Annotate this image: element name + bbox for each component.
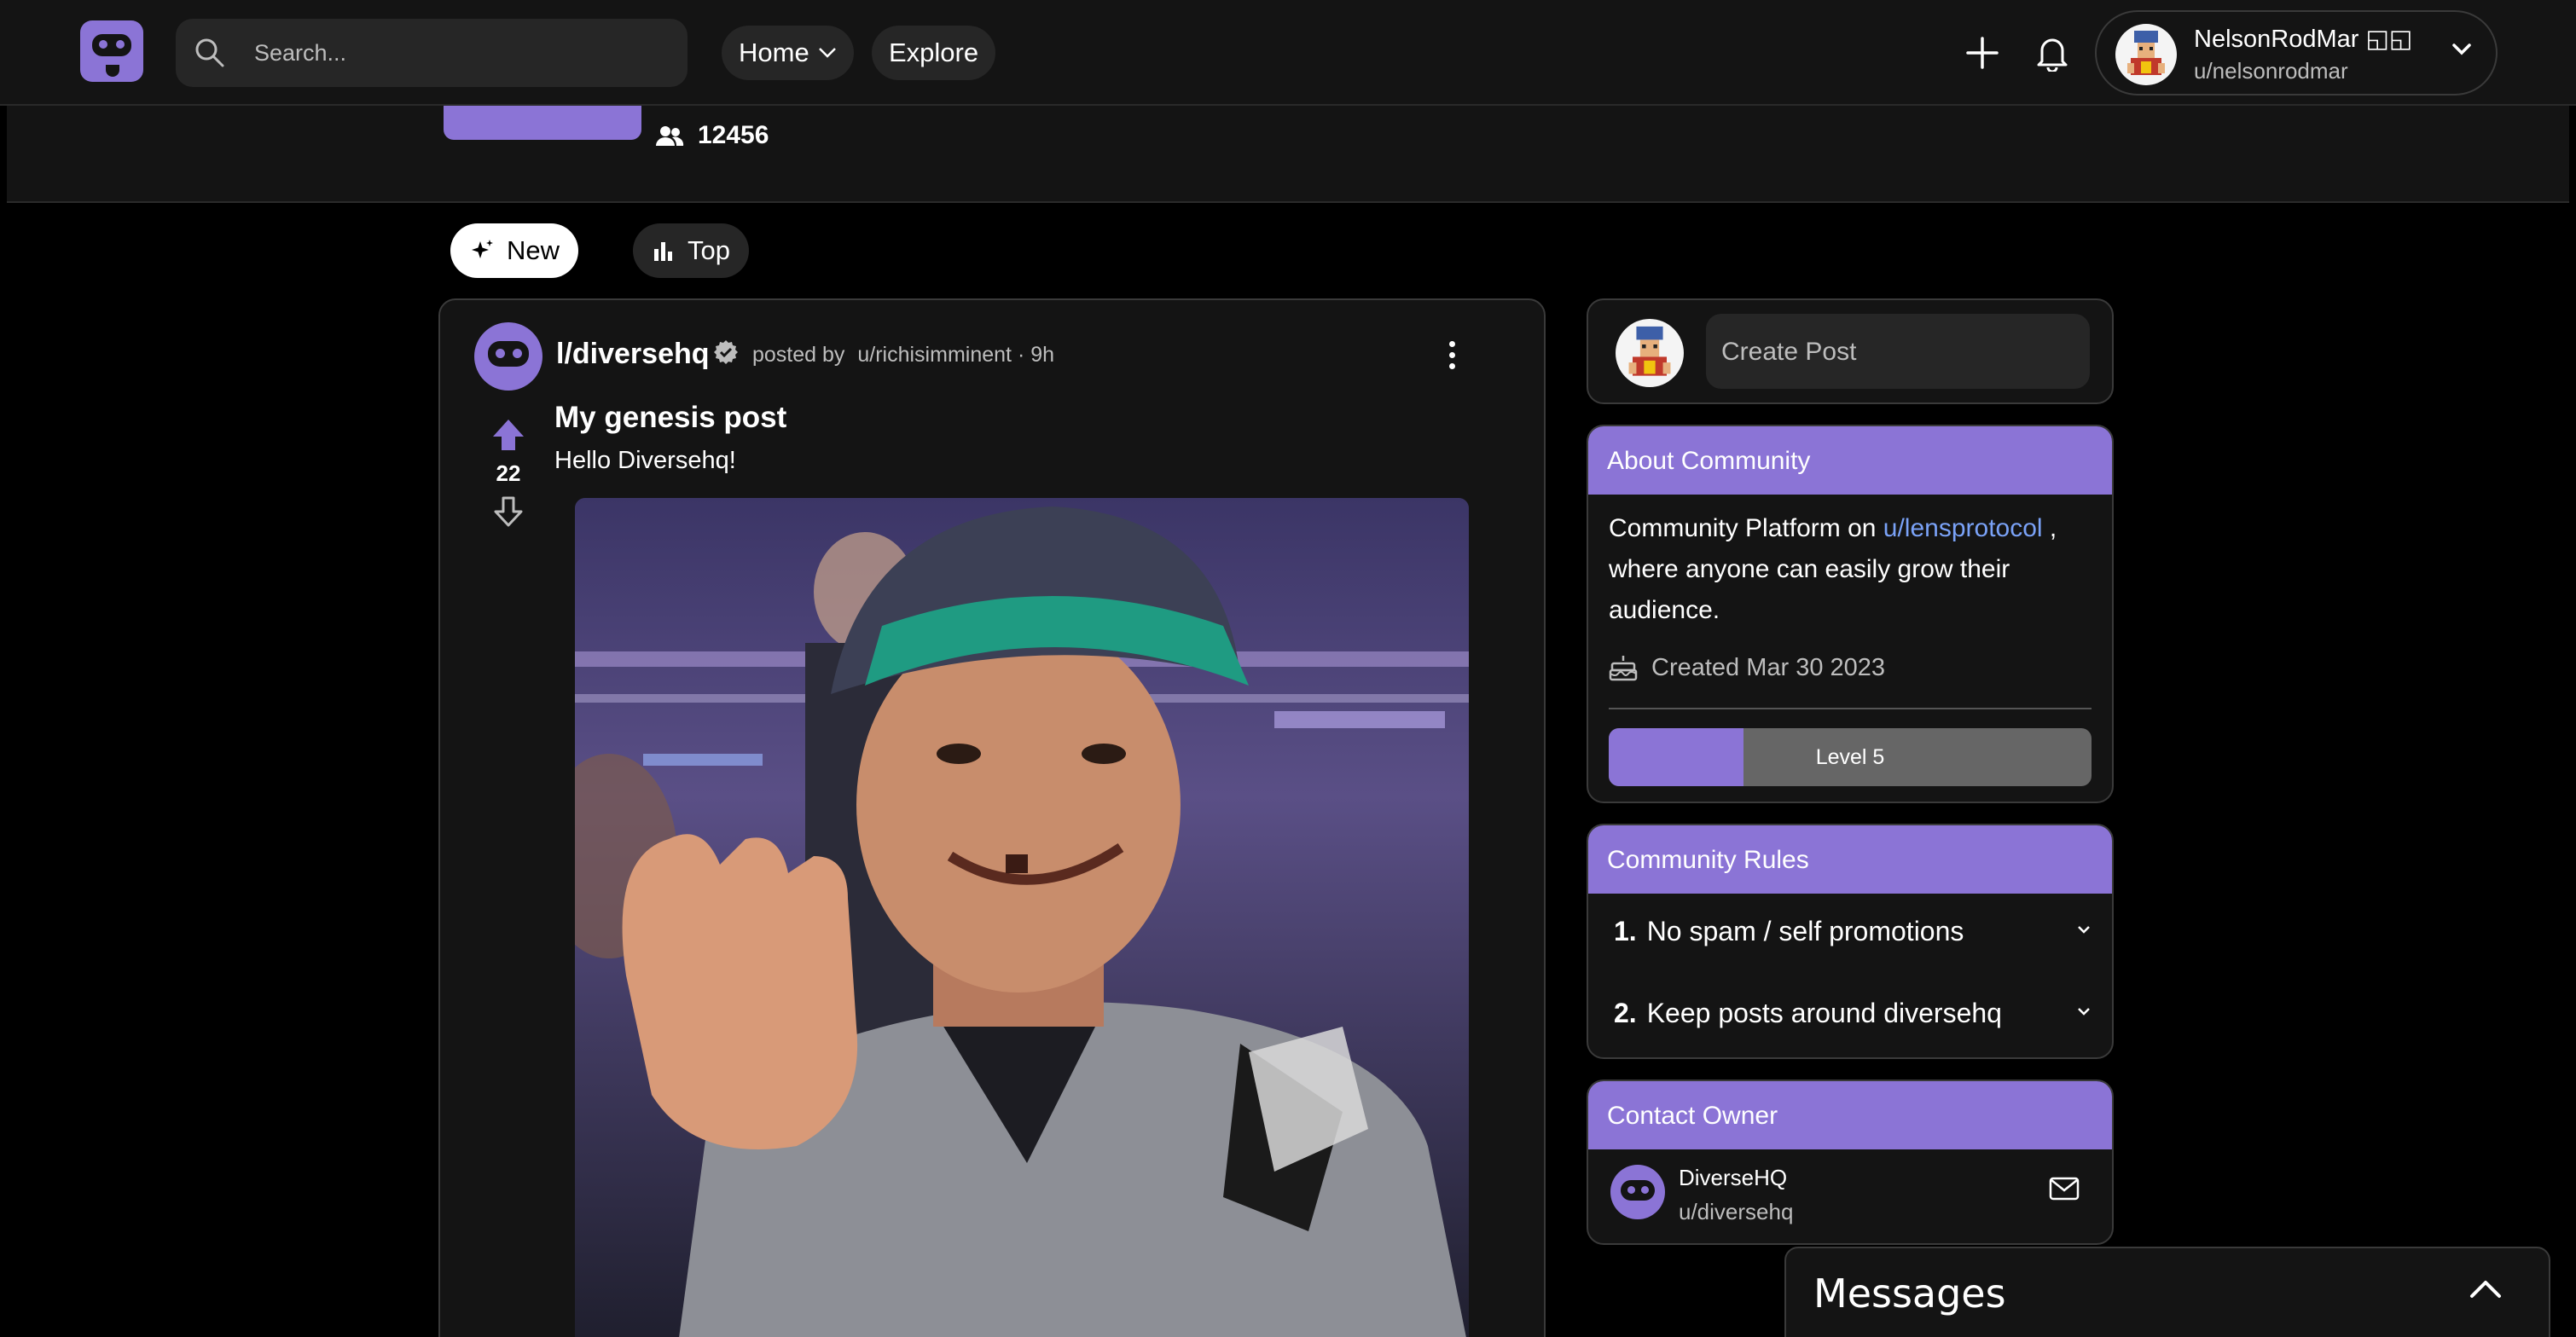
rule-item[interactable]: 2. Keep posts around diversehq [1614,998,2092,1029]
about-heading: About Community [1588,426,2112,495]
messages-title: Messages [1813,1270,2006,1317]
diversehq-logo-icon[interactable] [80,20,143,82]
chevron-down-icon [2452,43,2471,55]
created-date: Created Mar 30 2023 [1651,653,1886,681]
divider [1609,708,2092,709]
about-community-card: About Community Community Platform on u/… [1587,425,2114,803]
user-display-name: NelsonRodMar [2194,26,2359,53]
home-dropdown-button[interactable]: Home [722,26,854,80]
user-avatar [2115,24,2177,85]
post-options-button[interactable] [1435,338,1469,372]
post-age: · 9h [1017,343,1055,367]
user-name-suffix: ◱◱ [2365,26,2413,53]
chevron-down-icon [818,48,836,58]
upvote-arrow-icon[interactable] [490,416,527,454]
lensprotocol-link[interactable]: u/lensprotocol [1883,514,2043,542]
post-author-link[interactable]: u/richisimminent [857,343,1012,367]
contact-heading: Contact Owner [1588,1081,2112,1149]
post-card[interactable]: l/diversehq posted by u/richisimminent ·… [438,298,1546,1337]
about-description: Community Platform on u/lensprotocol , w… [1609,508,2086,631]
rule-text: Keep posts around diversehq [1646,998,2002,1028]
kebab-dot [1448,340,1455,347]
members-icon [656,126,684,146]
rule-number: 1. [1614,916,1637,946]
owner-handle[interactable]: u/diversehq [1679,1199,1793,1225]
sort-new-button[interactable]: New [450,223,579,278]
post-body: Hello Diversehq! [554,447,736,474]
chevron-up-icon[interactable] [2469,1277,2503,1299]
post-image[interactable] [575,498,1469,1337]
community-header: 12456 [7,106,2569,203]
sort-top-button[interactable]: Top [633,223,749,278]
level-label: Level 5 [1815,745,1885,769]
create-post-input[interactable]: Create Post [1706,314,2090,389]
owner-avatar[interactable] [1610,1165,1665,1219]
plus-icon [1966,37,1999,69]
mail-icon[interactable] [2049,1177,2080,1201]
rules-heading: Community Rules [1588,825,2112,894]
explore-button[interactable]: Explore [872,26,996,80]
rule-item[interactable]: 1. No spam / self promotions [1614,916,2092,947]
messages-drawer[interactable]: Messages [1784,1247,2550,1337]
chevron-down-icon [2078,926,2090,934]
sort-top-label: Top [688,235,730,265]
home-label: Home [739,38,809,67]
search-input[interactable] [254,36,664,70]
sparkle-icon [472,240,493,258]
community-rules-card: Community Rules 1. No spam / self promot… [1587,824,2114,1059]
bell-icon [2037,38,2068,72]
owner-name[interactable]: DiverseHQ [1679,1165,1787,1191]
verified-badge-icon [714,340,738,364]
search-icon [195,38,224,67]
user-avatar [1616,319,1684,387]
member-count: 12456 [655,121,769,150]
vote-count: 22 [496,460,521,486]
top-navbar: Home Explore NelsonRo [0,0,2576,106]
sort-new-label: New [507,235,560,265]
rule-text: No spam / self promotions [1646,916,1964,946]
post-title[interactable]: My genesis post [554,401,786,435]
user-menu-button[interactable]: NelsonRodMar ◱◱ u/nelsonrodmar [2095,10,2498,96]
explore-label: Explore [889,38,979,67]
search-box [176,19,688,87]
post-photo [575,498,1469,1337]
downvote-arrow-icon[interactable] [491,495,525,529]
create-plus-button[interactable] [1960,31,2005,75]
cake-icon [1609,656,1638,681]
user-handle: u/nelsonrodmar [2194,58,2348,84]
contact-owner-card: Contact Owner DiverseHQ u/diversehq [1587,1079,2114,1245]
chevron-down-icon [2078,1008,2090,1016]
created-date-row: Created Mar 30 2023 [1609,653,1885,682]
community-avatar[interactable] [474,322,542,391]
community-level-bar: Level 5 [1609,728,2092,786]
bar-chart-icon [654,242,672,261]
post-community-link[interactable]: l/diversehq [556,338,710,371]
notifications-button[interactable] [2030,31,2074,75]
posted-by-prefix: posted by [752,343,845,367]
about-text-prefix: Community Platform on [1609,514,1877,542]
create-post-card: Create Post [1587,298,2114,404]
member-count-value: 12456 [698,121,769,149]
join-button[interactable] [444,106,641,140]
rule-number: 2. [1614,998,1637,1028]
